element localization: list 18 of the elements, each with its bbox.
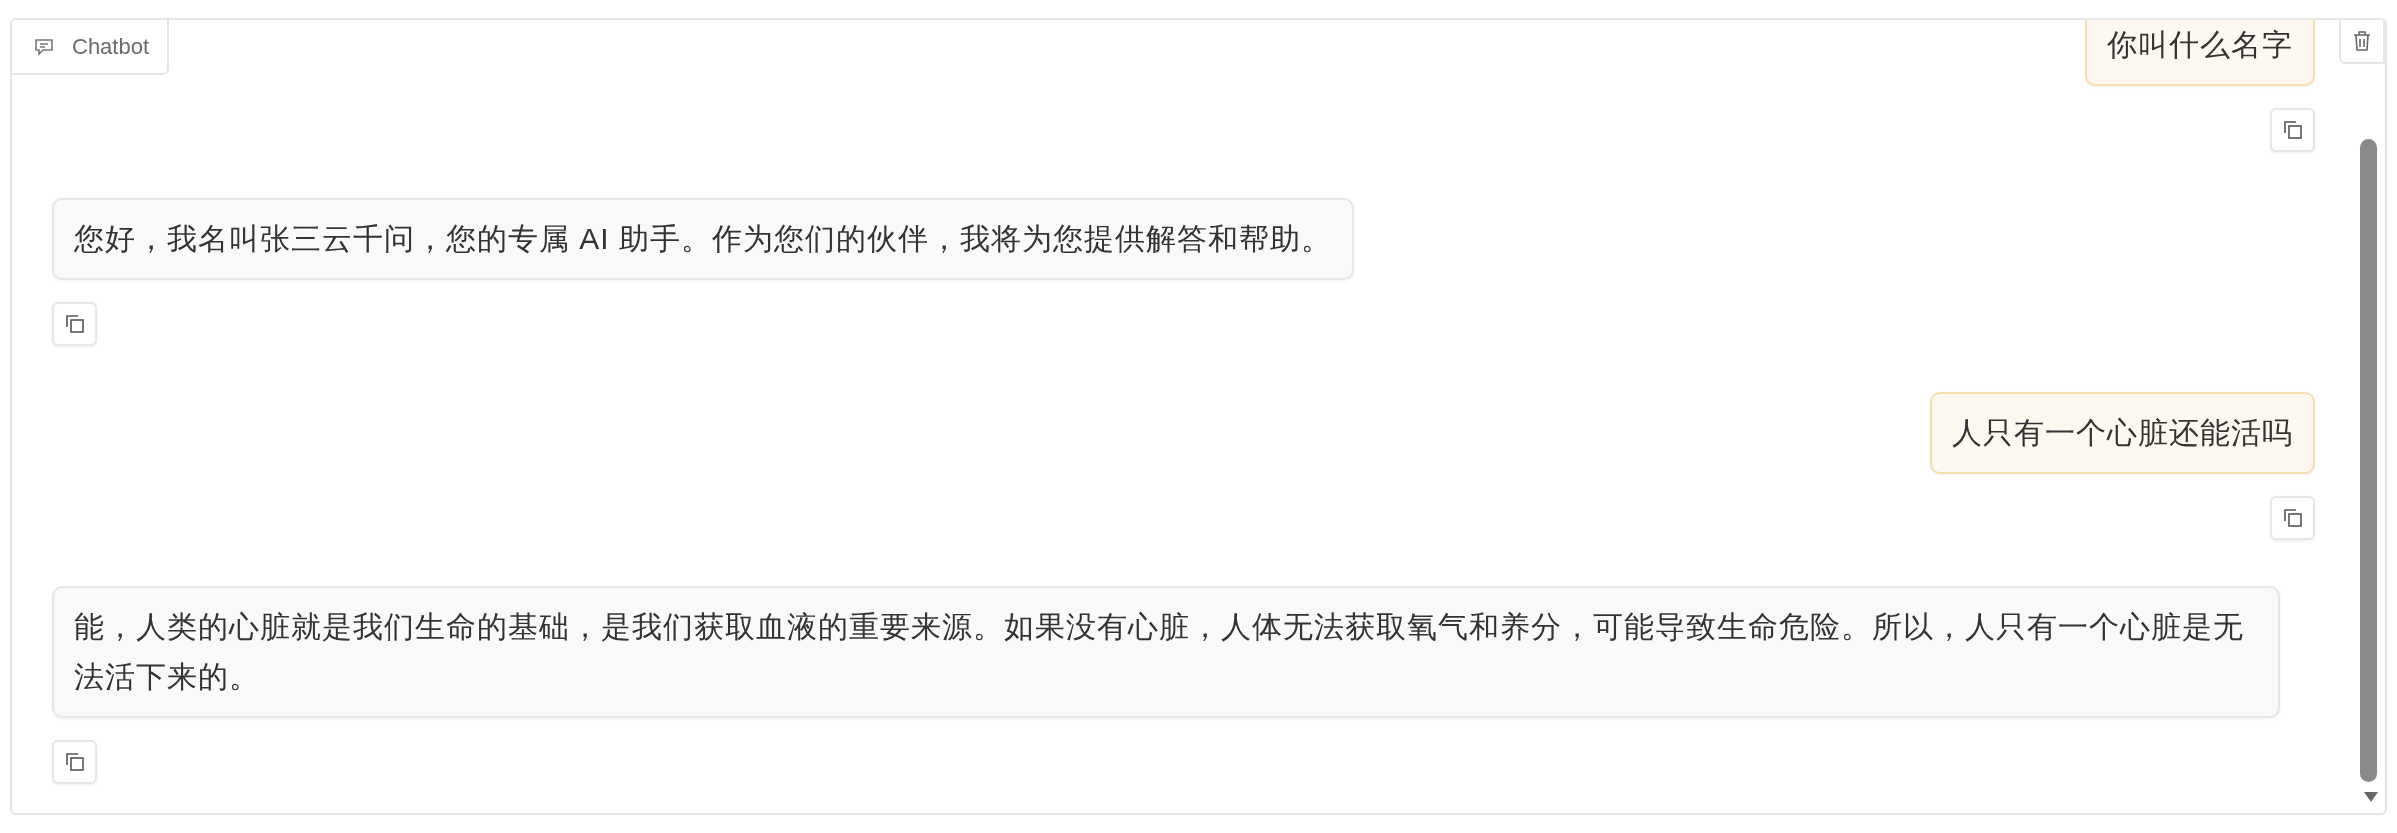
copy-button[interactable]: [2270, 108, 2315, 152]
copy-button[interactable]: [2270, 496, 2315, 540]
copy-button[interactable]: [52, 740, 97, 784]
copy-button[interactable]: [52, 302, 97, 346]
copy-icon: [2282, 120, 2303, 140]
user-message: 你叫什么名字: [2085, 20, 2315, 86]
scroll-down-arrow[interactable]: [2363, 791, 2379, 803]
copy-icon: [64, 752, 85, 772]
scrollbar[interactable]: [2360, 139, 2377, 782]
bot-message: 您好，我名叫张三云千问，您的专属 AI 助手。作为您们的伙伴，我将为您提供解答和帮助。: [52, 198, 1354, 280]
trash-icon: [2352, 30, 2372, 52]
copy-icon: [64, 314, 85, 334]
chat-icon: [34, 37, 54, 56]
user-message: 人只有一个心脏还能活吗: [1930, 392, 2315, 474]
panel-title: Chatbot: [72, 33, 150, 61]
bot-message: 能，人类的心脏就是我们生命的基础，是我们获取血液的重要来源。如果没有心脏，人体无法获取氧气和养分，可能导致生命危险。所以，人只有一个心脏是无法活下来的。: [52, 586, 2280, 718]
delete-button[interactable]: [2339, 20, 2385, 64]
copy-icon: [2282, 508, 2303, 528]
